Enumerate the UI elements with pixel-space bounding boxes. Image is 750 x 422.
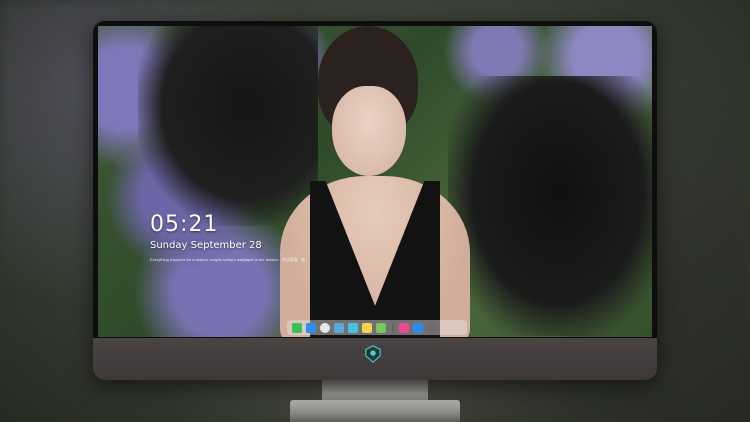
dock-separator <box>392 322 393 333</box>
brand-logo-icon <box>365 345 381 363</box>
dock <box>287 320 467 335</box>
desktop-screen[interactable]: 05:21 Sunday September 28 Everything hap… <box>98 26 652 337</box>
notes-icon[interactable] <box>362 322 372 333</box>
safari-icon[interactable] <box>320 322 330 333</box>
wallpaper-wing-right <box>448 76 652 336</box>
monitor: 05:21 Sunday September 28 Everything hap… <box>93 21 657 380</box>
wallpaper-face <box>332 86 406 176</box>
video-icon[interactable] <box>348 322 358 333</box>
appstore-icon[interactable] <box>413 322 423 333</box>
photos-icon[interactable] <box>376 322 386 333</box>
monitor-chin <box>93 338 657 380</box>
launchpad-icon[interactable] <box>334 322 344 333</box>
messages-icon[interactable] <box>306 322 316 333</box>
desktop-quote: Everything happens for a reason, maybe t… <box>150 257 305 262</box>
monitor-stand-foot <box>290 400 460 422</box>
camera-icon[interactable] <box>427 322 437 333</box>
finder-icon[interactable] <box>292 322 302 333</box>
music-icon[interactable] <box>399 322 409 333</box>
desktop-date: Sunday September 28 <box>150 240 262 251</box>
desktop-clock: 05:21 <box>150 212 219 237</box>
wallpaper-wing-left <box>138 26 318 226</box>
